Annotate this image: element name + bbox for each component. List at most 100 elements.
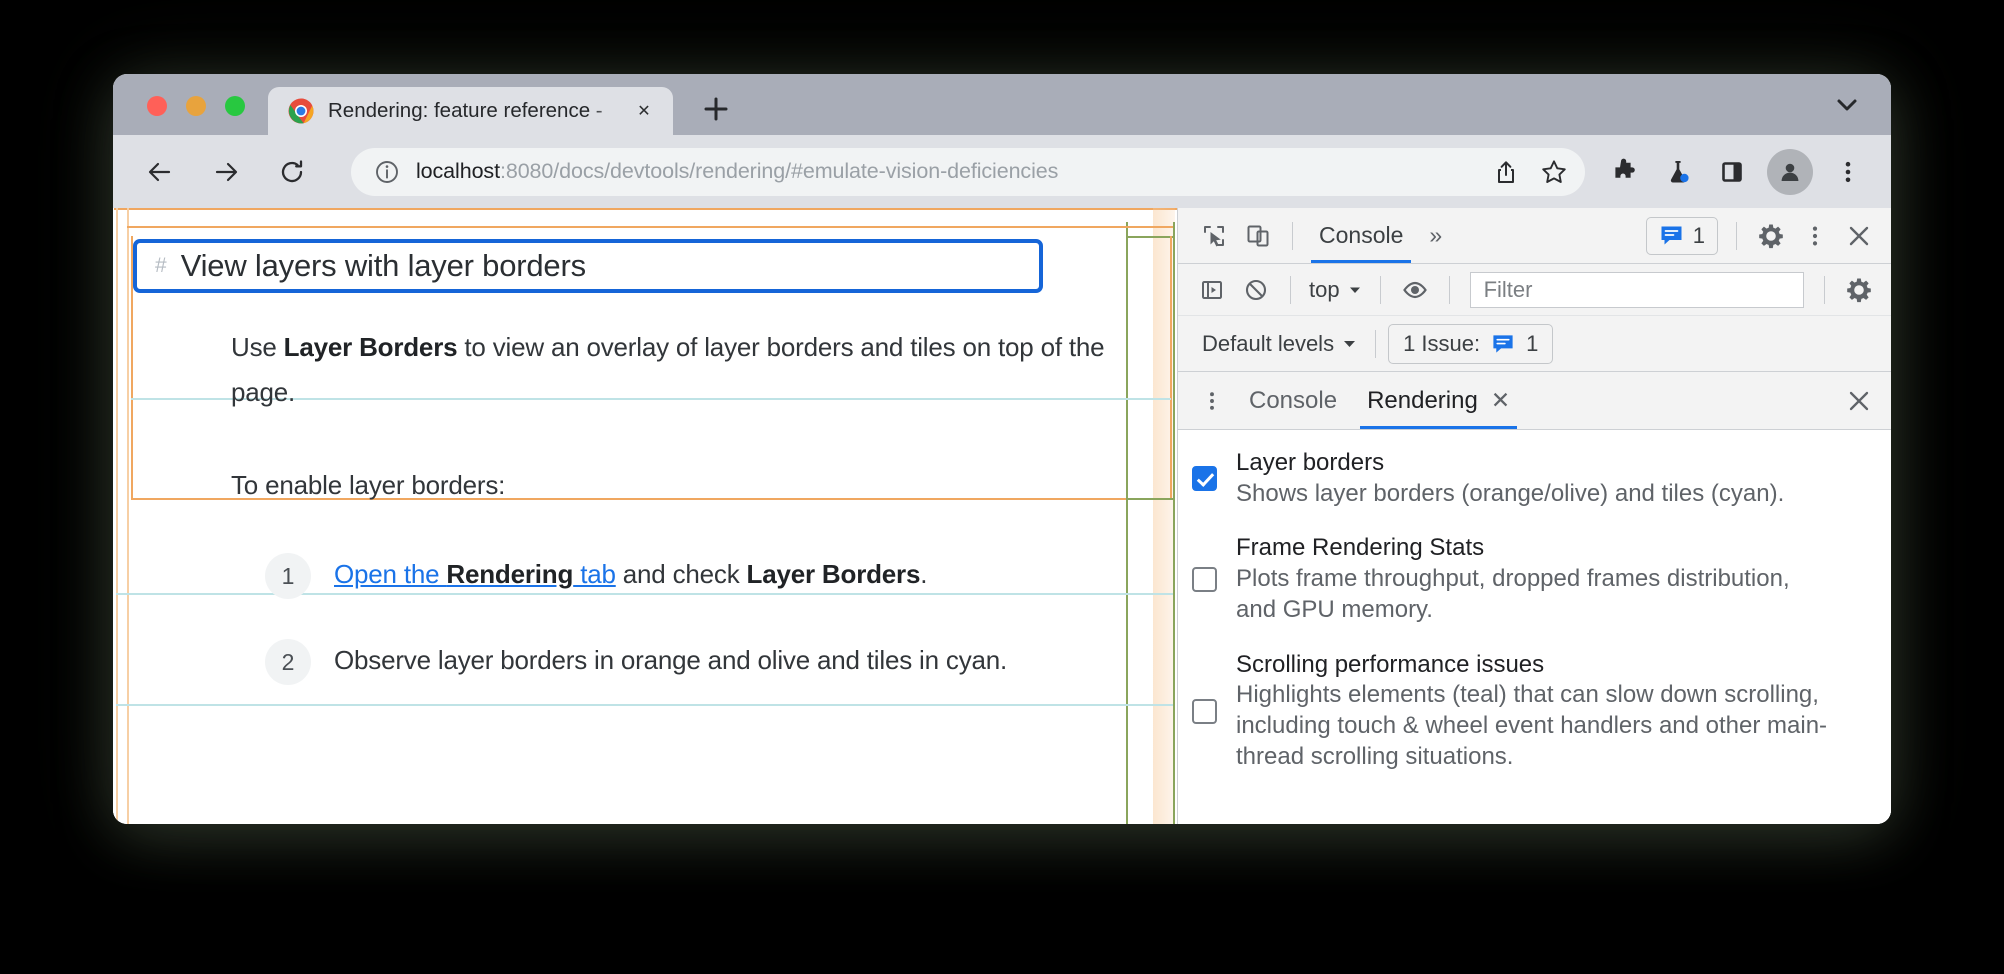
- layer-borders-checkbox[interactable]: [1192, 466, 1217, 492]
- chevron-down-icon: [1344, 341, 1356, 347]
- console-filter-input[interactable]: Filter: [1469, 271, 1804, 308]
- forward-button[interactable]: [201, 147, 251, 197]
- list-item-text: Observe layer borders in orange and oliv…: [334, 645, 1008, 675]
- toolbar-divider: [1292, 221, 1293, 250]
- list-item-tail: .: [920, 559, 928, 589]
- list-item-number: 1: [265, 553, 311, 599]
- rendering-tab-link[interactable]: Open the Rendering tab: [334, 559, 616, 589]
- share-icon[interactable]: [1483, 149, 1529, 195]
- drawer-tab-bar: Console Rendering ✕: [1178, 372, 1891, 430]
- render-option-texts: Frame Rendering Stats Plots frame throug…: [1236, 533, 1836, 625]
- issue-summary-bar[interactable]: 1 Issue: 1: [1388, 323, 1554, 364]
- web-page-viewport[interactable]: # View layers with layer borders Use Lay…: [113, 208, 1177, 824]
- device-toolbar-icon[interactable]: [1236, 214, 1280, 258]
- console-divider-1: [1290, 275, 1291, 304]
- devtools-main-toolbar: Console » 1: [1178, 208, 1891, 264]
- issues-badge[interactable]: 1: [1645, 216, 1718, 255]
- list-item: 2 Observe layer borders in orange and ol…: [265, 639, 1007, 685]
- chrome-logo-icon: [288, 98, 314, 124]
- inspect-element-icon[interactable]: [1192, 214, 1236, 258]
- render-option-frame-rendering-stats[interactable]: Frame Rendering Stats Plots frame throug…: [1192, 533, 1871, 625]
- console-divider-4: [1824, 275, 1825, 304]
- levels-divider: [1375, 329, 1377, 358]
- page-heading[interactable]: # View layers with layer borders: [133, 239, 1043, 293]
- drawer-menu-icon[interactable]: [1190, 379, 1234, 423]
- back-button[interactable]: [135, 147, 185, 197]
- frame-rendering-stats-checkbox[interactable]: [1192, 567, 1217, 593]
- live-expression-eye-icon[interactable]: [1393, 268, 1437, 312]
- issues-count: 1: [1692, 222, 1705, 248]
- url-text: localhost:8080/docs/devtools/rendering/#…: [416, 159, 1483, 184]
- layer-borders-title: Layer borders: [1236, 449, 1385, 476]
- reload-button[interactable]: [267, 147, 317, 197]
- gear-icon[interactable]: [1749, 214, 1793, 258]
- url-path: :8080/docs/devtools/rendering/#emulate-v…: [499, 159, 1059, 183]
- render-option-layer-borders[interactable]: Layer borders Shows layer borders (orang…: [1192, 448, 1871, 509]
- devtools-close-icon[interactable]: [1837, 214, 1881, 258]
- devtools-panel: Console » 1 top Filter Default levels 1 …: [1177, 208, 1891, 824]
- paragraph-intro-lead: Use: [231, 332, 284, 362]
- drawer-close-icon[interactable]: [1837, 379, 1881, 423]
- link-bold: Rendering: [446, 559, 574, 589]
- chevron-down-icon: [1349, 287, 1360, 293]
- list-item-bold: Layer Borders: [746, 559, 921, 589]
- console-sidebar-icon[interactable]: [1190, 268, 1234, 312]
- drawer-tab-rendering[interactable]: Rendering ✕: [1352, 372, 1525, 429]
- window-minimize-button[interactable]: [186, 96, 206, 116]
- drawer-tab-console[interactable]: Console: [1234, 372, 1352, 429]
- omnibox-actions: [1483, 149, 1577, 195]
- execution-context-value: top: [1309, 276, 1340, 302]
- profile-avatar-icon[interactable]: [1767, 148, 1813, 195]
- render-option-texts: Scrolling performance issues Highlights …: [1236, 650, 1871, 773]
- window-maximize-button[interactable]: [225, 96, 245, 116]
- frame-rendering-stats-title: Frame Rendering Stats: [1236, 534, 1485, 562]
- tab-title: Rendering: feature reference -: [328, 99, 603, 122]
- console-settings-gear-icon[interactable]: [1837, 268, 1881, 312]
- bookmark-star-icon[interactable]: [1531, 149, 1577, 195]
- more-tabs-chevron-icon[interactable]: »: [1417, 222, 1454, 249]
- devtools-tab-console[interactable]: Console: [1305, 208, 1417, 263]
- side-panel-icon[interactable]: [1707, 147, 1757, 197]
- list-item: 1 Open the Rendering tab and check Layer…: [265, 553, 1007, 599]
- window-close-button[interactable]: [147, 96, 167, 116]
- chrome-menu-icon[interactable]: [1823, 147, 1873, 197]
- browser-toolbar: localhost:8080/docs/devtools/rendering/#…: [113, 135, 1891, 208]
- link-post: tab: [573, 559, 616, 589]
- extensions-puzzle-icon[interactable]: [1599, 147, 1649, 197]
- browser-window: Rendering: feature reference - ✕ localho…: [113, 74, 1891, 824]
- scrolling-performance-issues-title: Scrolling performance issues: [1236, 650, 1545, 678]
- paragraph-enable: To enable layer borders:: [231, 470, 506, 500]
- browser-tab[interactable]: Rendering: feature reference - ✕: [268, 87, 673, 135]
- experiments-flask-icon[interactable]: [1653, 147, 1703, 197]
- frame-rendering-stats-desc: Plots frame throughput, dropped frames d…: [1236, 565, 1790, 623]
- content-region: # View layers with layer borders Use Lay…: [113, 208, 1891, 824]
- drawer-tab-rendering-close-icon[interactable]: ✕: [1491, 372, 1510, 429]
- site-info-icon[interactable]: [373, 158, 401, 186]
- address-bar[interactable]: localhost:8080/docs/devtools/rendering/#…: [351, 147, 1585, 196]
- console-toolbar: top Filter: [1178, 264, 1891, 316]
- issue-message-icon: [1661, 226, 1682, 245]
- tab-close-icon[interactable]: ✕: [629, 96, 659, 126]
- heading-anchor-icon[interactable]: #: [155, 254, 167, 278]
- list-item-number: 2: [265, 639, 311, 685]
- render-option-texts: Layer borders Shows layer borders (orang…: [1236, 448, 1784, 509]
- console-divider-2: [1379, 275, 1381, 304]
- tab-search-button[interactable]: [1827, 85, 1867, 125]
- scrolling-performance-issues-checkbox[interactable]: [1192, 698, 1217, 724]
- page-title: View layers with layer borders: [180, 248, 586, 283]
- url-host: localhost: [416, 159, 500, 183]
- render-option-scrolling-performance-issues[interactable]: Scrolling performance issues Highlights …: [1192, 650, 1871, 773]
- rendering-panel: Layer borders Shows layer borders (orang…: [1178, 430, 1891, 824]
- clear-console-icon[interactable]: [1234, 268, 1278, 312]
- issue-summary-count: 1: [1526, 330, 1539, 356]
- toolbar-right-actions: [1599, 147, 1873, 197]
- devtools-menu-icon[interactable]: [1793, 214, 1837, 258]
- list-item-after: and check: [615, 559, 747, 589]
- paragraph-intro-bold: Layer Borders: [283, 332, 458, 362]
- log-levels-selector[interactable]: Default levels: [1196, 331, 1363, 357]
- console-levels-row: Default levels 1 Issue: 1: [1178, 316, 1891, 372]
- drawer-tab-rendering-label: Rendering: [1367, 387, 1478, 414]
- drawer-tab-console-label: Console: [1249, 387, 1338, 414]
- execution-context-selector[interactable]: top: [1303, 277, 1368, 303]
- new-tab-button[interactable]: [693, 86, 739, 132]
